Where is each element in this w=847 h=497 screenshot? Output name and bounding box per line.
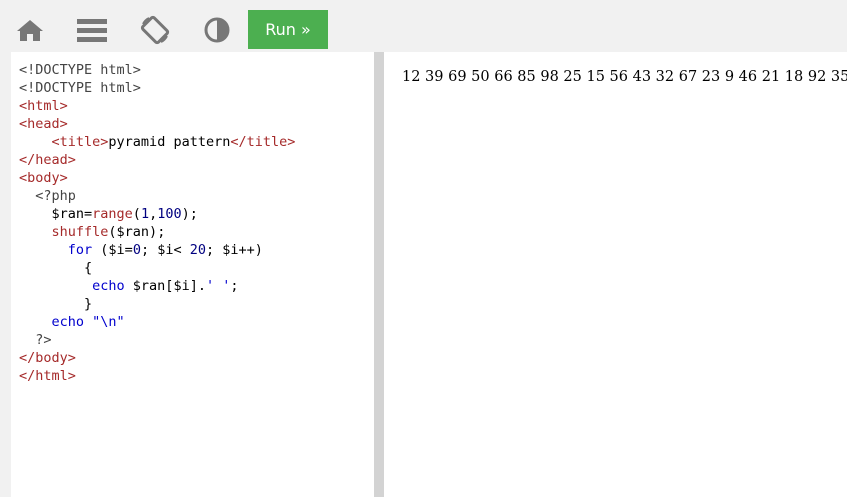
code-line[interactable]: <!DOCTYPE html> [19,79,374,97]
code-line[interactable]: <title>pyramid pattern</title> [19,133,374,151]
code-content[interactable]: <!DOCTYPE html> <!DOCTYPE html> <html> <hea… [11,52,374,385]
code-editor[interactable]: <!DOCTYPE html> <!DOCTYPE html> <html> <hea… [11,52,374,497]
code-line[interactable]: </head> [19,151,374,169]
code-line[interactable]: <!DOCTYPE html> [19,61,374,79]
panel-resize-handle[interactable] [374,52,384,497]
code-line[interactable]: shuffle($ran); [19,223,374,241]
code-line[interactable]: </body> [19,349,374,367]
menu-icon[interactable] [72,10,112,50]
home-icon[interactable] [10,10,50,50]
run-button[interactable]: Run » [248,10,328,49]
code-line[interactable]: ?> [19,331,374,349]
code-line[interactable]: <head> [19,115,374,133]
code-line[interactable]: echo $ran[$i].' '; [19,277,374,295]
rotate-icon[interactable] [135,10,175,50]
toolbar: Run » [0,0,847,50]
contrast-icon[interactable] [197,10,237,50]
output-text: 12 39 69 50 66 85 98 25 15 56 43 32 67 2… [402,69,847,85]
code-line[interactable]: { [19,259,374,277]
output-panel: 12 39 69 50 66 85 98 25 15 56 43 32 67 2… [384,52,847,497]
code-line[interactable]: <body> [19,169,374,187]
code-line[interactable]: <html> [19,97,374,115]
code-line[interactable]: </html> [19,367,374,385]
code-line[interactable]: } [19,295,374,313]
code-line[interactable]: for ($i=0; $i< 20; $i++) [19,241,374,259]
code-line[interactable]: <?php [19,187,374,205]
code-line[interactable]: $ran=range(1,100); [19,205,374,223]
code-line[interactable]: echo "\n" [19,313,374,331]
